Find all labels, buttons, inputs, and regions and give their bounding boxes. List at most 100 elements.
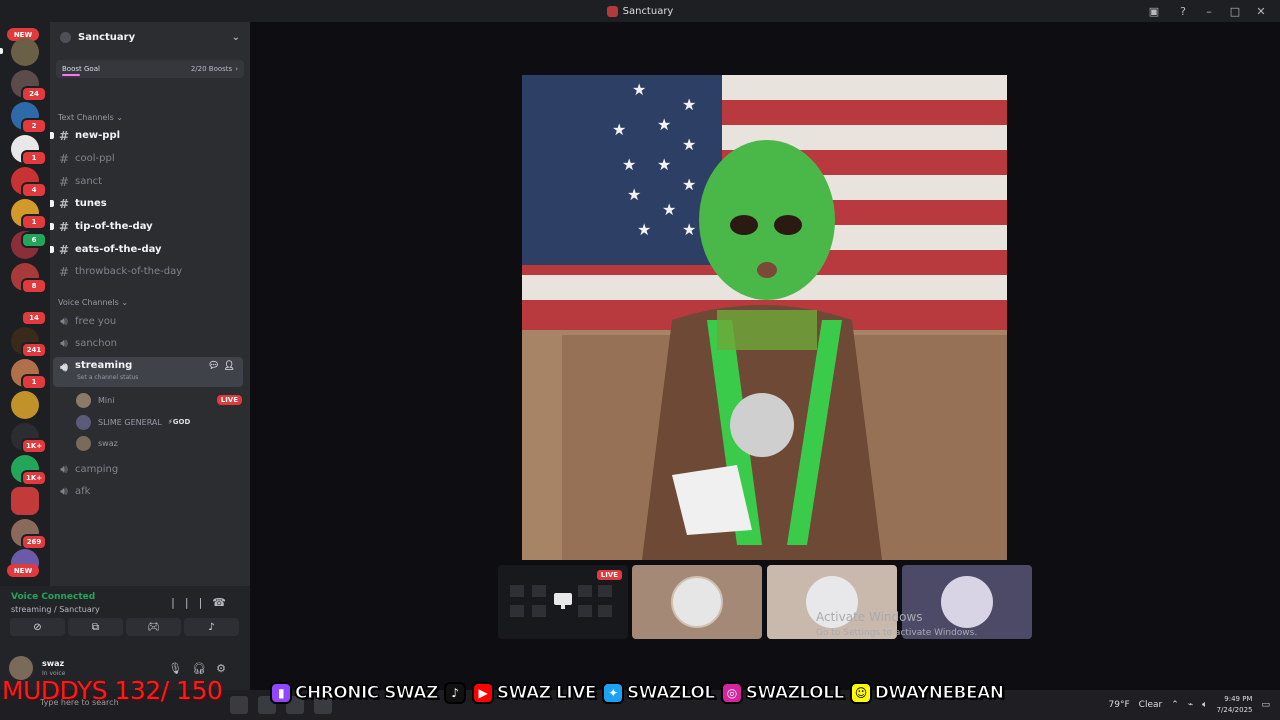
stream-stage: ★ ★ ★ ★ ★ ★ ★ ★ ★ ★ ★ ★ LIVE <box>250 22 1280 690</box>
taskbar-app-icon[interactable] <box>230 696 248 714</box>
mention-badge: 4 <box>21 182 47 198</box>
screen-share-icon: ⧉ <box>91 621 100 633</box>
stream-tile-participant[interactable] <box>632 565 762 639</box>
channel-throwback-of-the-day[interactable]: # throwback-of-the-day <box>53 261 243 282</box>
soundboard-icon: ♪ <box>208 621 215 633</box>
network-icon[interactable]: ⌁ <box>1188 700 1193 710</box>
svg-text:★: ★ <box>632 80 646 99</box>
channel-label: throwback-of-the-day <box>75 266 183 277</box>
settings-gear-icon[interactable]: ⚙ <box>216 662 236 675</box>
voice-user-name: swaz <box>98 438 118 448</box>
disconnect-icon[interactable]: ☎ <box>212 596 236 609</box>
live-badge: LIVE <box>596 570 622 580</box>
noise-suppression-icon[interactable]: ||| <box>171 596 212 609</box>
speaker-icon: 🔊︎ <box>60 462 68 476</box>
category-voice-channels[interactable]: Voice Channels ⌄ <box>58 298 128 307</box>
stream-frame-image: ★ ★ ★ ★ ★ ★ ★ ★ ★ ★ ★ ★ <box>522 75 1007 560</box>
camera-off-icon: ⊘ <box>33 621 42 633</box>
voice-channel-sanchon[interactable]: 🔊︎ sanchon <box>53 333 243 354</box>
server-rail: NEW 24 2 1 4 1 6 8 14 241 1 1K+ 1K+ 269 <box>0 22 50 586</box>
voice-location[interactable]: streaming / Sanctuary <box>11 605 100 614</box>
stream-tile-screen-share[interactable]: LIVE <box>498 565 628 639</box>
weather-temp[interactable]: 79°F <box>1109 700 1130 710</box>
voice-channel-free-you[interactable]: 🔊︎ free you <box>53 311 243 332</box>
voice-channel-streaming[interactable]: 🔊︎ streaming Set a channel status 💬︎👤︎ <box>53 357 243 387</box>
hash-icon: # <box>58 219 70 234</box>
voice-connected-label[interactable]: Voice Connected <box>11 592 95 602</box>
window-title: Sanctuary <box>606 5 674 17</box>
svg-text:★: ★ <box>682 175 696 194</box>
screen-share-button[interactable]: ⧉ <box>68 618 123 636</box>
help-icon[interactable]: ? <box>1175 3 1191 19</box>
new-unreads-pill[interactable]: NEW <box>7 564 39 577</box>
role-tag-text: GOD <box>172 418 191 426</box>
weather-desc[interactable]: Clear <box>1139 700 1163 710</box>
camera-button[interactable]: ⊘ <box>10 618 65 636</box>
voice-connection-panel: Voice Connected streaming / Sanctuary ||… <box>0 586 250 650</box>
server-header[interactable]: Sanctuary ⌄ <box>50 22 250 52</box>
mention-badge: 241 <box>21 342 47 358</box>
role-tag: ⚡GOD <box>167 418 191 426</box>
chevron-down-icon[interactable]: ⌄ <box>232 32 240 43</box>
instagram-icon: ◎ <box>720 682 743 704</box>
chevron-up-icon[interactable]: ⌃ <box>1171 700 1179 710</box>
maximize-button[interactable]: □ <box>1224 2 1246 20</box>
channel-actions[interactable]: 💬︎👤︎ <box>208 361 239 371</box>
instagram-handle: ◎ SWAZLOLL <box>720 682 845 704</box>
activate-windows-watermark: Activate Windows Go to Settings to activ… <box>816 610 977 638</box>
boost-goal-bar[interactable]: Boost Goal 2/20 Boosts › <box>56 60 244 78</box>
soundboard-button[interactable]: ♪ <box>184 618 239 636</box>
channel-tunes[interactable]: # tunes <box>50 193 243 214</box>
category-label: Text Channels <box>58 113 114 122</box>
mention-badge: 1K+ <box>21 438 48 454</box>
hash-icon: # <box>58 242 70 257</box>
tiktok-handle: ♪ <box>443 682 466 704</box>
channel-eats-of-the-day[interactable]: # eats-of-the-day <box>50 239 243 260</box>
voice-user-swaz[interactable]: swaz <box>76 433 242 453</box>
close-button[interactable]: ✕ <box>1250 2 1272 20</box>
category-label: Voice Channels <box>58 298 119 307</box>
server-mini-icon <box>60 31 71 43</box>
clock[interactable]: 9:49 PM 7/24/2025 <box>1217 694 1253 716</box>
server-icon[interactable] <box>11 487 39 515</box>
system-tray: 79°F Clear ⌃ ⌁ 🔈︎ 9:49 PM 7/24/2025 ▭ <box>1109 690 1270 720</box>
mention-badge: 2 <box>21 118 47 134</box>
speaker-icon: 🔊︎ <box>60 484 68 498</box>
channel-cool-ppl[interactable]: # cool-ppl <box>53 148 243 169</box>
category-text-channels[interactable]: Text Channels ⌄ <box>58 113 123 122</box>
user-controls: 🎙︎🎧︎⚙ <box>168 662 236 675</box>
channel-sanct[interactable]: # sanct <box>53 171 243 192</box>
channel-status[interactable]: Set a channel status <box>77 374 138 381</box>
inbox-icon[interactable]: ▣ <box>1146 3 1162 19</box>
unread-pip <box>0 48 3 54</box>
notifications-icon[interactable]: ▭ <box>1261 700 1270 710</box>
avatar <box>76 414 91 430</box>
server-icon[interactable] <box>11 38 39 66</box>
server-icon[interactable] <box>11 391 39 419</box>
mic-icon[interactable]: 🎙︎ <box>168 662 192 675</box>
unread-indicator <box>50 246 54 253</box>
chain-pendant <box>730 393 794 457</box>
server-name: Sanctuary <box>78 31 136 43</box>
channel-label: free you <box>75 316 117 327</box>
voice-user-mini[interactable]: Mini LIVE <box>76 390 242 410</box>
channel-label: tip-of-the-day <box>75 221 153 232</box>
headphones-icon[interactable]: 🎧︎ <box>192 662 216 675</box>
gamepad-icon: 🎮︎ <box>147 621 160 633</box>
voice-channel-afk[interactable]: 🔊︎ afk <box>53 481 243 502</box>
minimize-button[interactable]: – <box>1198 2 1220 20</box>
window-title-text: Sanctuary <box>622 5 674 17</box>
volume-icon[interactable]: 🔈︎ <box>1202 700 1207 710</box>
voice-user-slime-general[interactable]: SLIME GENERAL ⚡GOD <box>76 412 242 432</box>
voice-channel-camping[interactable]: 🔊︎ camping <box>53 459 243 480</box>
live-badge: LIVE <box>216 395 242 405</box>
main-stream-video[interactable]: ★ ★ ★ ★ ★ ★ ★ ★ ★ ★ ★ ★ <box>522 75 1007 560</box>
channel-new-ppl[interactable]: # new-ppl <box>50 125 243 146</box>
channel-tip-of-the-day[interactable]: # tip-of-the-day <box>50 216 243 237</box>
channel-label: afk <box>75 486 91 497</box>
mention-badge: 1 <box>21 150 47 166</box>
unread-indicator <box>50 223 54 230</box>
activity-button[interactable]: 🎮︎ <box>126 618 181 636</box>
svg-text:★: ★ <box>622 155 636 174</box>
speaker-icon: 🔊︎ <box>60 314 68 328</box>
